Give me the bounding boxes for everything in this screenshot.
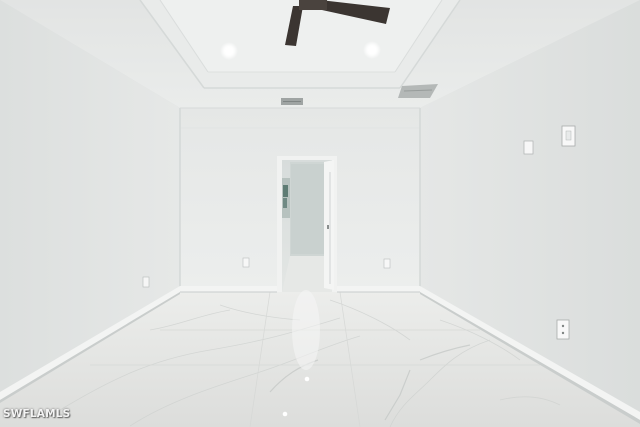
outlet-back-right xyxy=(383,258,391,269)
outlet-right-wall xyxy=(556,319,570,340)
outlet-left-wall xyxy=(142,276,150,288)
switch-right-wall-small xyxy=(523,140,534,155)
room-photo: SWFLAMLS xyxy=(0,0,640,427)
watermark: SWFLAMLS xyxy=(3,408,71,420)
baseboard-back-left xyxy=(180,286,277,292)
room-illustration xyxy=(0,0,640,427)
baseboard-back-right xyxy=(337,286,420,292)
outlet-back-left xyxy=(242,257,250,268)
doorway xyxy=(277,156,337,292)
